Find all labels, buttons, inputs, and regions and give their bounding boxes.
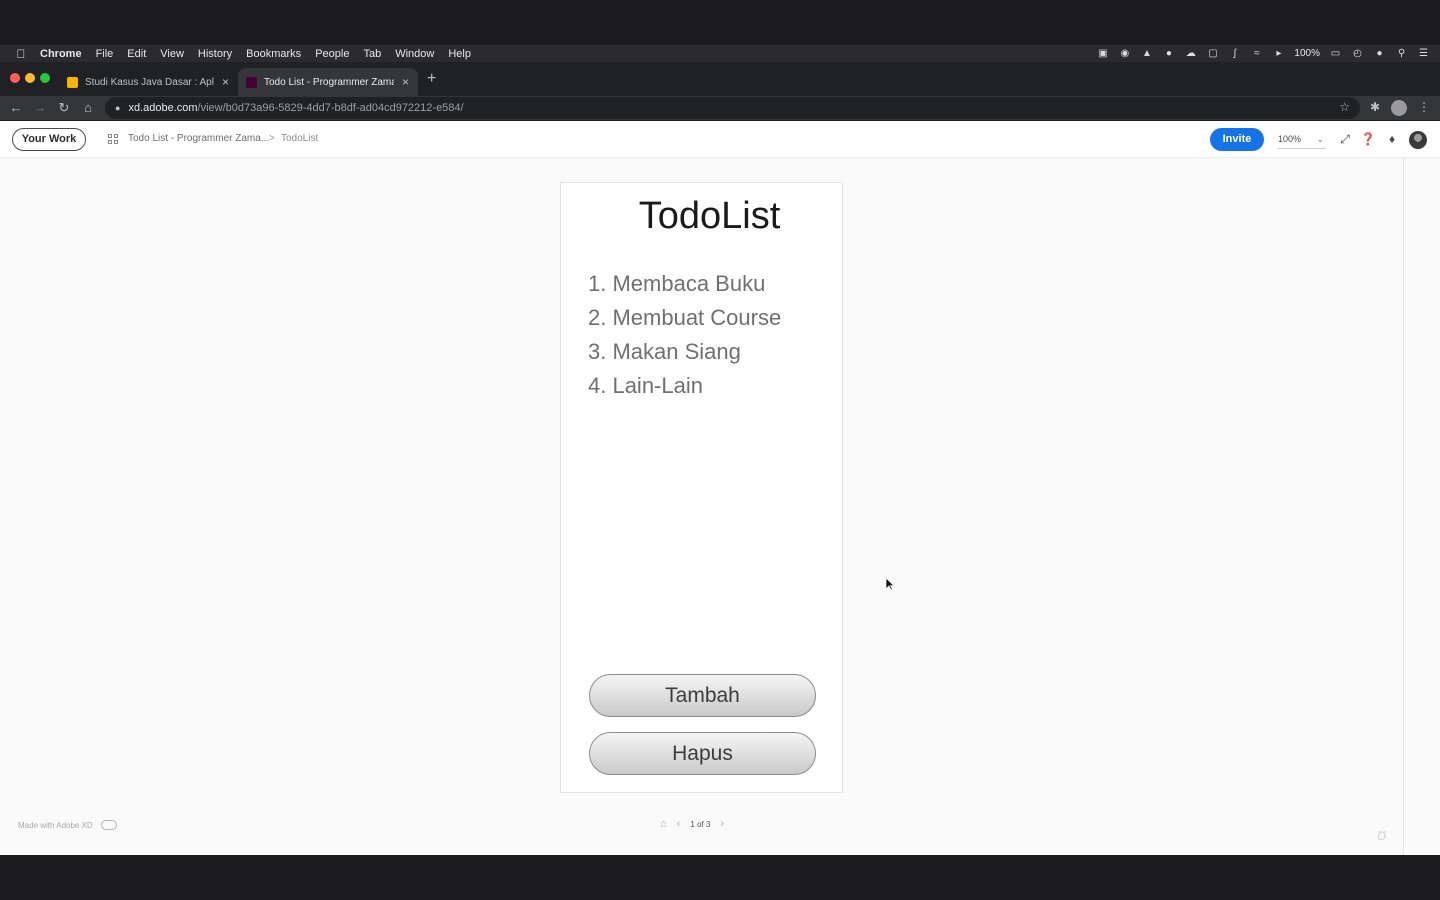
hapus-button[interactable]: Hapus xyxy=(589,732,816,775)
volume-icon[interactable]: ▸ xyxy=(1272,48,1285,59)
help-icon[interactable]: ❓ xyxy=(1360,131,1376,147)
status-area: ▣ ◉ ▲ ● ☁ ▢ ∫ ≈ ▸ 100% ▭ ◴ ● ⚲ ☰ xyxy=(1096,45,1430,62)
bottom-letterbox xyxy=(0,855,1440,900)
bookmark-star-icon[interactable]: ☆ xyxy=(1339,100,1350,114)
menu-people[interactable]: People xyxy=(315,48,349,60)
invite-button[interactable]: Invite xyxy=(1210,128,1264,151)
reload-icon[interactable]: ↻ xyxy=(55,99,73,117)
artboard-todolist: TodoList 1. Membaca Buku 2. Membuat Cour… xyxy=(560,182,843,793)
new-tab-plus-icon[interactable]: + xyxy=(427,71,436,87)
macos-menu-bar:  Chrome File Edit View History Bookmark… xyxy=(0,45,1440,62)
menu-file[interactable]: File xyxy=(96,48,114,60)
home-icon[interactable]: ⌂ xyxy=(660,818,667,830)
made-with-label: Made with Adobe XD xyxy=(18,820,93,830)
menu-history[interactable]: History xyxy=(198,48,232,60)
top-letterbox xyxy=(0,0,1440,45)
todo-item: 3. Makan Siang xyxy=(588,339,741,364)
url-host: xd.adobe.com xyxy=(128,102,198,114)
breadcrumb-separator: > xyxy=(269,133,275,144)
xd-viewer-page: Your Work Todo List - Programmer Zama...… xyxy=(0,121,1440,855)
lock-icon[interactable]: ● xyxy=(115,103,120,113)
close-tab-icon[interactable]: × xyxy=(402,75,409,89)
artboard-pager: ⌂ ‹ 1 of 3 › xyxy=(660,818,724,830)
menu-edit[interactable]: Edit xyxy=(127,48,146,60)
mouse-cursor-icon xyxy=(885,577,895,591)
wifi-icon[interactable]: ≈ xyxy=(1250,48,1263,59)
user-icon[interactable]: ● xyxy=(1373,48,1386,59)
notification-bell-icon[interactable]: ♦ xyxy=(1384,131,1400,147)
control-center-icon[interactable]: ☰ xyxy=(1417,48,1430,59)
back-arrow-icon[interactable]: ← xyxy=(7,99,25,117)
docker-icon[interactable]: ▲ xyxy=(1140,48,1153,59)
slides-favicon-icon xyxy=(67,76,78,88)
cloud-icon[interactable]: ☁ xyxy=(1184,48,1197,59)
grid-view-icon[interactable] xyxy=(108,134,119,145)
menu-tab[interactable]: Tab xyxy=(363,48,381,60)
tab-todo-list[interactable]: Todo List - Programmer Zaman × xyxy=(238,68,418,96)
chevron-down-icon: ⌄ xyxy=(1316,134,1324,144)
url-path: /view/b0d73a96-5829-4dd7-b8df-ad04cd9722… xyxy=(197,102,464,114)
forward-arrow-icon[interactable]: → xyxy=(31,99,49,117)
artboard-title: TodoList xyxy=(638,195,781,237)
todo-item: 4. Lain-Lain xyxy=(588,373,703,398)
close-tab-icon[interactable]: × xyxy=(222,75,229,89)
battery-icon[interactable]: ▭ xyxy=(1329,48,1342,59)
window-zoom-button[interactable] xyxy=(40,73,50,83)
menu-view[interactable]: View xyxy=(160,48,184,60)
display-icon[interactable]: ▢ xyxy=(1206,48,1219,59)
comments-panel-edge xyxy=(1403,158,1404,855)
page-indicator: 1 of 3 xyxy=(690,819,711,829)
tab-studi-kasus[interactable]: Studi Kasus Java Dasar : Aplika × xyxy=(59,68,237,96)
fullscreen-expand-icon[interactable]: ⤢ xyxy=(1337,131,1353,147)
bluetooth-icon[interactable]: ∫ xyxy=(1228,48,1241,59)
window-close-button[interactable] xyxy=(10,73,20,83)
your-work-button[interactable]: Your Work xyxy=(12,128,86,151)
udemy-watermark-icon: Ʊ xyxy=(1377,829,1387,843)
breadcrumb-project[interactable]: Todo List - Programmer Zama... xyxy=(128,133,269,144)
extensions-puzzle-icon[interactable]: ✱ xyxy=(1367,100,1383,114)
home-icon[interactable]: ⌂ xyxy=(79,99,97,117)
spotlight-search-icon[interactable]: ⚲ xyxy=(1395,48,1408,59)
clock-icon[interactable]: ◴ xyxy=(1351,48,1364,59)
browser-tab-strip: Studi Kasus Java Dasar : Aplika × Todo L… xyxy=(0,62,1440,96)
user-avatar[interactable] xyxy=(1409,131,1427,149)
previous-chevron-icon[interactable]: ‹ xyxy=(677,818,681,830)
zoom-value: 100% xyxy=(1278,134,1302,144)
battery-percent[interactable]: 100% xyxy=(1294,48,1320,59)
address-bar[interactable]: ● xd.adobe.com/view/b0d73a96-5829-4dd7-b… xyxy=(105,97,1360,119)
browser-toolbar: ← → ↻ ⌂ ● xd.adobe.com/view/b0d73a96-582… xyxy=(0,96,1440,120)
zoom-select[interactable]: 100% ⌄ xyxy=(1278,129,1326,149)
made-with-xd: Made with Adobe XD xyxy=(18,820,117,830)
next-chevron-icon[interactable]: › xyxy=(720,818,724,830)
menu-window[interactable]: Window xyxy=(395,48,434,60)
chrome-menu-icon[interactable]: ⋮ xyxy=(1416,100,1432,114)
tab-title: Todo List - Programmer Zaman xyxy=(264,76,394,88)
window-minimize-button[interactable] xyxy=(25,73,35,83)
todo-item: 2. Membuat Course xyxy=(588,305,782,330)
creative-cloud-icon xyxy=(100,820,117,830)
tab-title: Studi Kasus Java Dasar : Aplika xyxy=(85,76,214,88)
breadcrumb-artboard[interactable]: TodoList xyxy=(281,133,318,144)
app-status-icon[interactable]: ◉ xyxy=(1118,48,1131,59)
menu-bookmarks[interactable]: Bookmarks xyxy=(246,48,301,60)
xd-header-bar: Your Work Todo List - Programmer Zama...… xyxy=(0,121,1440,158)
apple-icon[interactable]:  xyxy=(14,47,28,61)
tambah-button[interactable]: Tambah xyxy=(589,674,816,717)
todo-item: 1. Membaca Buku xyxy=(588,271,766,296)
todo-list: 1. Membaca Buku 2. Membuat Course 3. Mak… xyxy=(588,269,828,405)
tray-app-icon[interactable]: ● xyxy=(1162,48,1175,59)
menu-help[interactable]: Help xyxy=(448,48,471,60)
xd-favicon-icon xyxy=(246,76,257,88)
screen-record-icon[interactable]: ▣ xyxy=(1096,48,1109,59)
profile-avatar-icon[interactable] xyxy=(1391,100,1407,116)
menu-app-name[interactable]: Chrome xyxy=(40,48,82,60)
